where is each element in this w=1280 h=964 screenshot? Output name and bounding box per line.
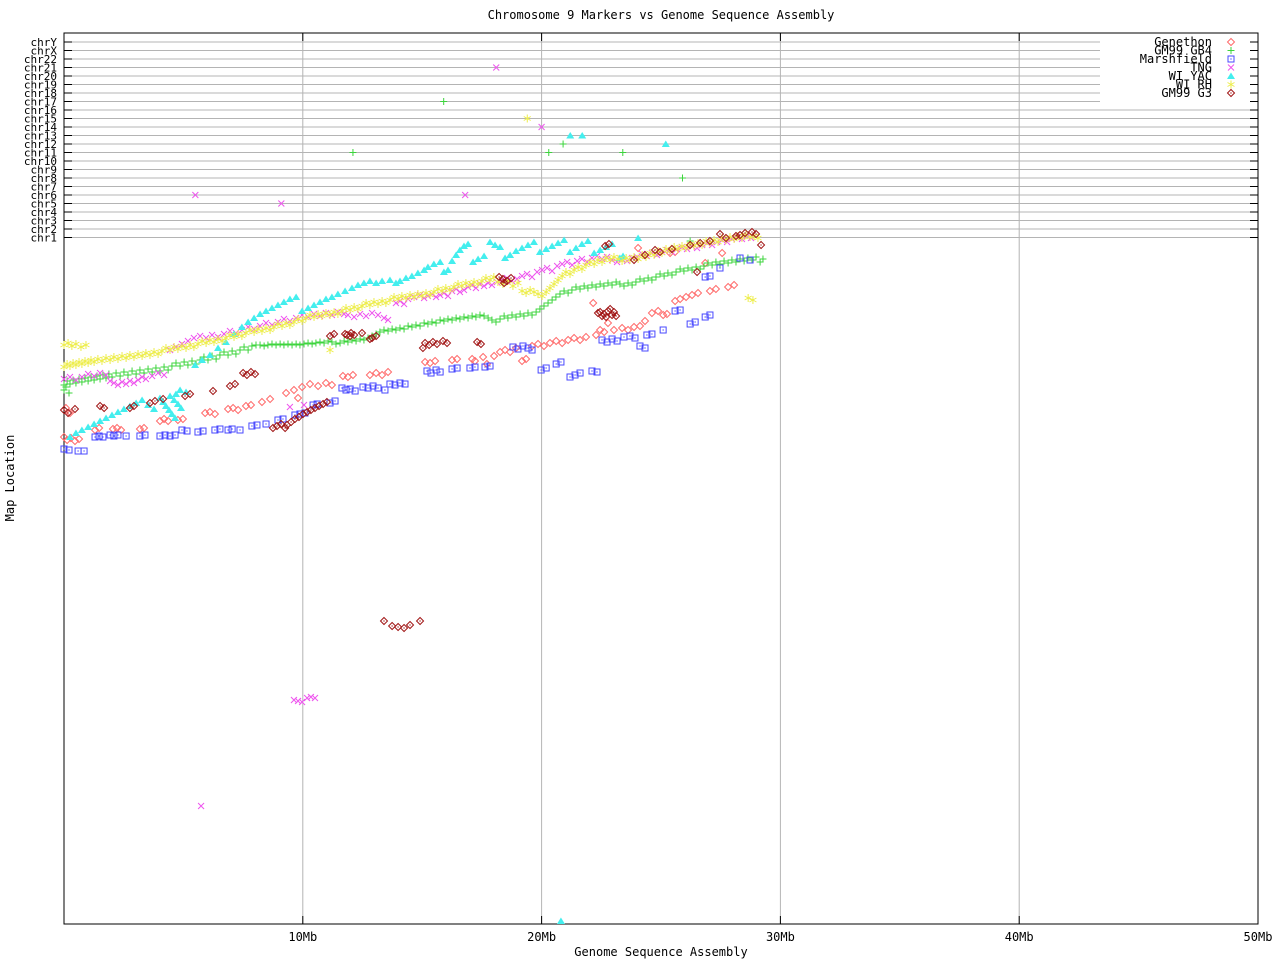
y-axis-title: Map Location xyxy=(3,435,17,522)
x-tick-label-40Mb: 40Mb xyxy=(1005,930,1034,944)
x-tick-label-20Mb: 20Mb xyxy=(527,930,556,944)
axis-ticks xyxy=(64,33,1258,924)
chart-title: Chromosome 9 Markers vs Genome Sequence … xyxy=(488,8,835,22)
gridlines xyxy=(64,33,1258,924)
x-tick-label-50Mb: 50Mb xyxy=(1244,930,1273,944)
series-gm99-g3 xyxy=(61,229,765,632)
legend-label-gm99-g3: GM99 G3 xyxy=(1161,86,1212,100)
axis-tick-labels: 10Mb20Mb30Mb40Mb50MbchrYchrXchr22chr21ch… xyxy=(24,36,1273,944)
x-tick-label-10Mb: 10Mb xyxy=(288,930,317,944)
series-tng xyxy=(61,65,754,810)
scatter-plot: 10Mb20Mb30Mb40Mb50MbchrYchrXchr22chr21ch… xyxy=(0,0,1280,960)
x-axis-title: Genome Sequence Assembly xyxy=(574,945,747,959)
plot-frame xyxy=(64,33,1258,924)
chart-canvas: 10Mb20Mb30Mb40Mb50MbchrYchrXchr22chr21ch… xyxy=(0,0,1280,960)
chr-label-chr1: chr1 xyxy=(31,232,58,245)
series-wi-yac xyxy=(66,132,670,924)
x-tick-label-30Mb: 30Mb xyxy=(766,930,795,944)
series-genethon xyxy=(61,245,738,445)
plot-border xyxy=(64,33,1258,924)
data-points xyxy=(61,65,767,925)
series-marshfield xyxy=(61,255,753,454)
